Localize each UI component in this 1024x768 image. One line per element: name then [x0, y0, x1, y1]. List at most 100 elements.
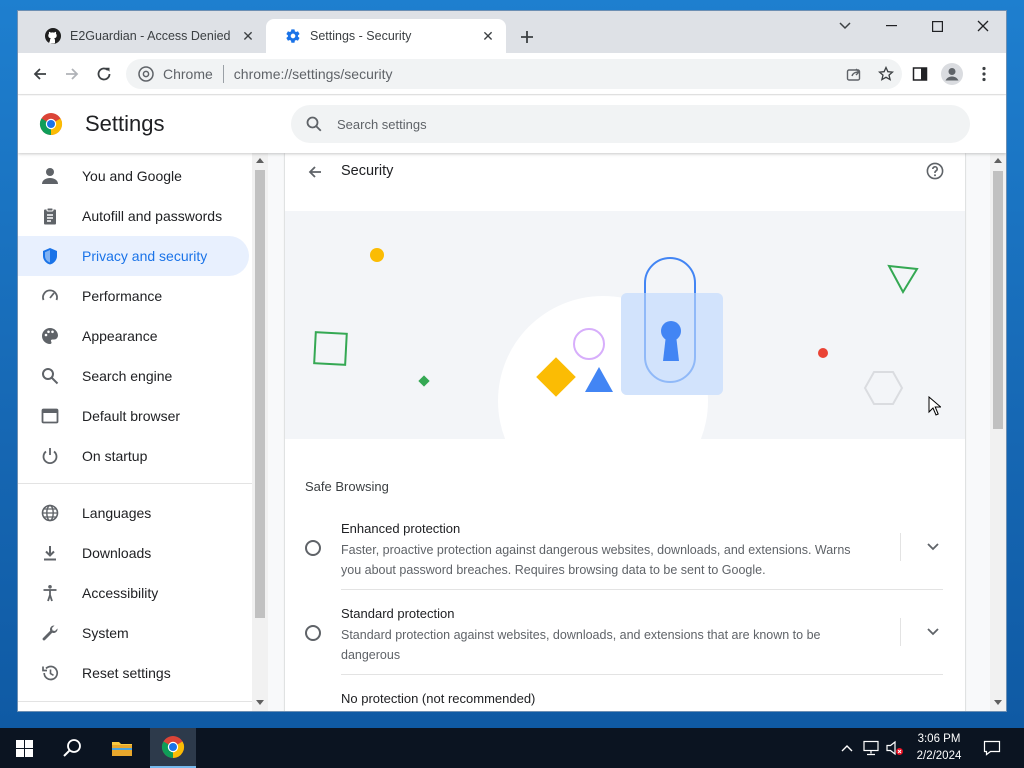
option-title: No protection (not recommended): [341, 691, 536, 706]
sidebar-item-label: Performance: [82, 288, 163, 304]
back-arrow-icon[interactable]: [303, 160, 327, 184]
chevron-down-icon[interactable]: [925, 539, 941, 555]
new-tab-button[interactable]: [515, 25, 539, 49]
sidebar-scrollbar-thumb[interactable]: [255, 170, 265, 618]
sidebar-item-accessibility[interactable]: Accessibility: [18, 573, 249, 613]
start-button[interactable]: [4, 728, 44, 768]
option-description: Faster, proactive protection against dan…: [341, 543, 851, 577]
power-icon: [18, 447, 82, 465]
scroll-down-arrow-icon[interactable]: [994, 700, 1002, 705]
safe-browsing-heading: Safe Browsing: [305, 479, 389, 494]
sidebar-item-system[interactable]: System: [18, 613, 249, 653]
option-title: Enhanced protection: [341, 521, 461, 536]
notifications-icon[interactable]: [978, 728, 1006, 768]
settings-main: Security Safe Browsing Enhanced protecti…: [268, 153, 1006, 711]
search-icon: [63, 739, 81, 757]
url-text[interactable]: chrome://settings/security: [234, 66, 838, 82]
scroll-up-arrow-icon[interactable]: [256, 158, 264, 163]
security-card: Security Safe Browsing Enhanced protecti…: [285, 153, 965, 711]
globe-icon: [18, 504, 82, 522]
sidebar-item-search-engine[interactable]: Search engine: [18, 356, 249, 396]
site-chip-label: Chrome: [163, 66, 213, 82]
radio-button[interactable]: [305, 625, 321, 641]
scroll-up-arrow-icon[interactable]: [994, 158, 1002, 163]
taskbar-search-button[interactable]: [52, 728, 92, 768]
sidebar-item-downloads[interactable]: Downloads: [18, 533, 249, 573]
back-button[interactable]: [26, 60, 54, 88]
sidebar-item-autofill[interactable]: Autofill and passwords: [18, 196, 249, 236]
forward-button[interactable]: [58, 60, 86, 88]
windows-logo-icon: [15, 739, 33, 757]
history-icon: [18, 664, 82, 682]
network-icon[interactable]: [860, 728, 882, 768]
sidebar-item-on-startup[interactable]: On startup: [18, 436, 249, 476]
search-input[interactable]: [337, 116, 937, 132]
security-illustration: [285, 211, 965, 439]
sidebar-item-privacy-security[interactable]: Privacy and security: [18, 236, 249, 276]
sidebar-item-label: Privacy and security: [82, 248, 208, 264]
maximize-button[interactable]: [914, 11, 960, 41]
tab-settings-security[interactable]: Settings - Security ✕: [266, 19, 506, 53]
share-icon[interactable]: [838, 59, 870, 89]
tab-e2guardian[interactable]: E2Guardian - Access Denied ✕: [26, 19, 266, 53]
option-title: Standard protection: [341, 606, 455, 621]
close-tab-icon[interactable]: ✕: [478, 26, 498, 46]
side-panel-icon[interactable]: [906, 60, 934, 88]
reload-button[interactable]: [90, 60, 118, 88]
browser-window: E2Guardian - Access Denied ✕ Settings - …: [18, 11, 1006, 711]
clipboard-icon: [18, 207, 82, 225]
option-divider: [900, 533, 901, 561]
sidebar-item-label: Appearance: [82, 328, 158, 344]
tab-strip: E2Guardian - Access Denied ✕ Settings - …: [18, 11, 1006, 53]
sidebar-item-you-and-google[interactable]: You and Google: [18, 156, 249, 196]
sidebar-item-label: Autofill and passwords: [82, 208, 223, 224]
settings-header: Settings: [18, 96, 1006, 153]
help-icon[interactable]: [923, 159, 947, 183]
tray-chevron-up-icon[interactable]: [836, 728, 858, 768]
sidebar-item-label: Languages: [82, 505, 152, 521]
sidebar-item-label: Downloads: [82, 545, 152, 561]
scroll-down-arrow-icon[interactable]: [256, 700, 264, 705]
profile-avatar-icon[interactable]: [938, 60, 966, 88]
radio-button[interactable]: [305, 540, 321, 556]
bookmark-star-icon[interactable]: [870, 59, 902, 89]
minimize-button[interactable]: [868, 11, 914, 41]
sidebar-item-appearance[interactable]: Appearance: [18, 316, 249, 356]
main-scrollbar-thumb[interactable]: [993, 171, 1003, 429]
search-icon: [18, 367, 82, 385]
sidebar-item-reset-settings[interactable]: Reset settings: [18, 653, 249, 693]
search-settings-box[interactable]: [291, 105, 970, 143]
chevron-down-icon[interactable]: [925, 624, 941, 640]
site-info-chip[interactable]: Chrome: [126, 66, 213, 82]
sidebar-item-languages[interactable]: Languages: [18, 493, 249, 533]
clock[interactable]: 3:06 PM 2/2/2024: [904, 731, 974, 765]
volume-muted-icon[interactable]: [884, 728, 906, 768]
close-tab-icon[interactable]: ✕: [238, 26, 258, 46]
omnibox-divider: [222, 65, 224, 83]
gear-icon: [285, 28, 301, 44]
shield-icon: [18, 247, 82, 265]
page-title: Settings: [85, 111, 165, 136]
sidebar-item-label: On startup: [82, 448, 148, 464]
taskbar: 3:06 PM 2/2/2024: [0, 728, 1024, 768]
address-bar[interactable]: Chrome chrome://settings/security: [126, 59, 902, 89]
wrench-icon: [18, 624, 82, 642]
sidebar-item-label: Accessibility: [82, 585, 159, 601]
menu-kebab-icon[interactable]: [970, 60, 998, 88]
tab-title: E2Guardian - Access Denied: [70, 29, 231, 43]
chrome-logo-icon: [161, 736, 185, 758]
person-icon: [18, 167, 82, 185]
option-separator: [341, 589, 943, 590]
option-description: Standard protection against websites, do…: [341, 628, 821, 662]
sidebar-item-default-browser[interactable]: Default browser: [18, 396, 249, 436]
chrome-taskbar-button[interactable]: [150, 728, 196, 768]
tab-search-chevron-icon[interactable]: [822, 11, 868, 41]
security-title: Security: [341, 163, 394, 179]
tab-title: Settings - Security: [310, 29, 412, 43]
speedometer-icon: [18, 287, 82, 305]
file-explorer-button[interactable]: [102, 728, 142, 768]
sidebar-item-performance[interactable]: Performance: [18, 276, 249, 316]
option-separator: [341, 674, 943, 675]
close-window-button[interactable]: [960, 11, 1006, 41]
download-icon: [18, 544, 82, 562]
